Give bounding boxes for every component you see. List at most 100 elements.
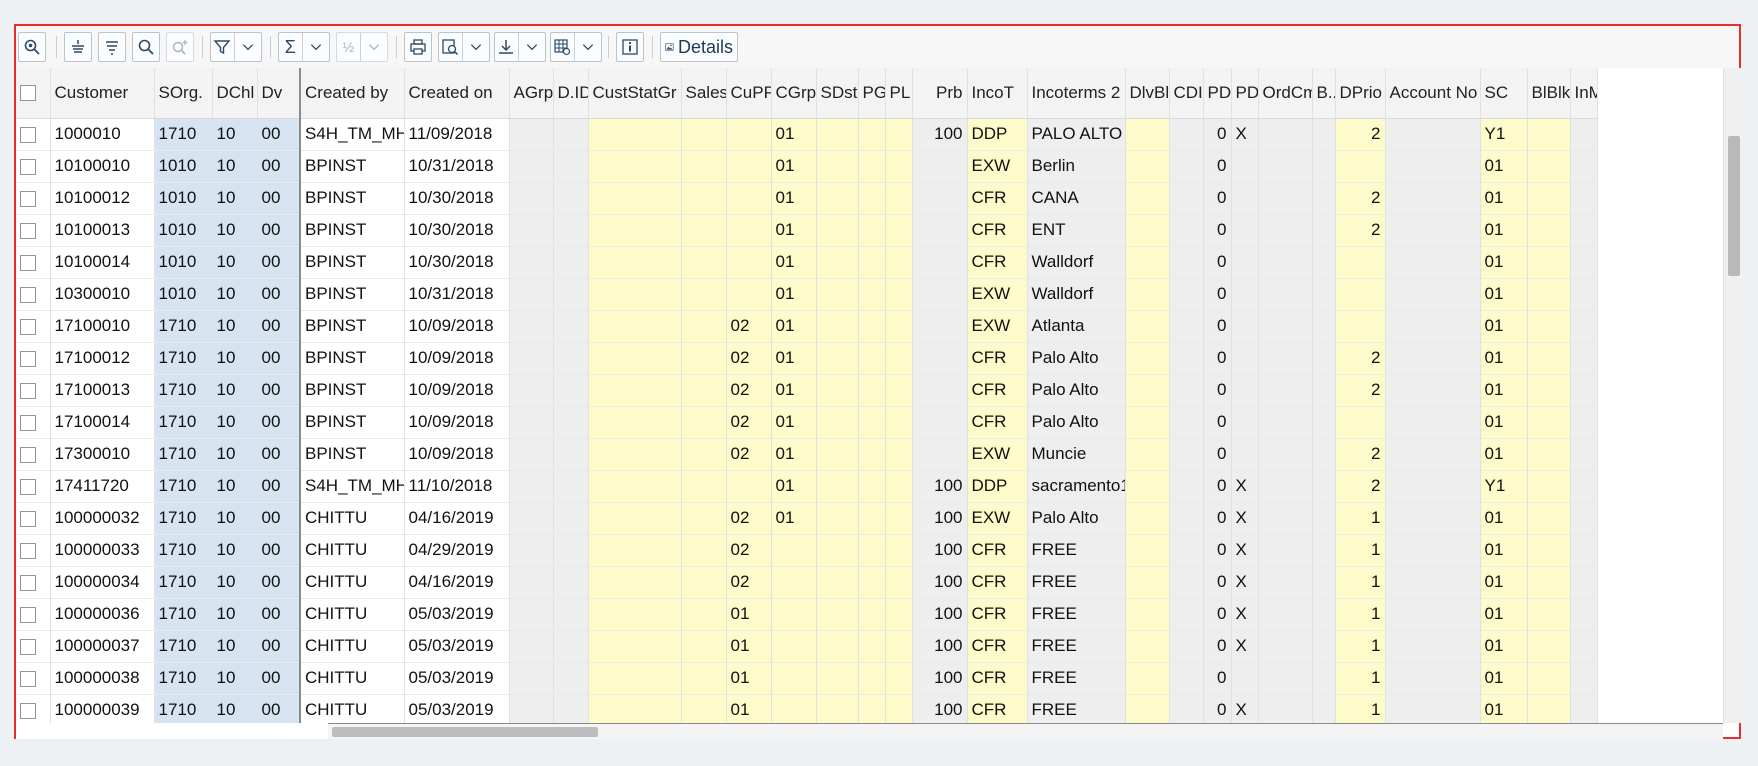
cell-pl[interactable] bbox=[885, 534, 913, 567]
cell-cupp[interactable]: 02 bbox=[726, 406, 772, 439]
cell-cgrp[interactable]: 01 bbox=[771, 214, 817, 247]
cell-dprio[interactable] bbox=[1335, 278, 1386, 311]
cell-dv[interactable]: 00 bbox=[257, 694, 301, 723]
cell-agrp[interactable] bbox=[509, 470, 554, 503]
cell-incoterms-2[interactable]: Palo Alto bbox=[1027, 502, 1126, 535]
cell-d-id[interactable] bbox=[553, 214, 589, 247]
cell-b[interactable] bbox=[1312, 438, 1336, 471]
cell-dprio[interactable]: 2 bbox=[1335, 182, 1386, 215]
row-select-cell[interactable] bbox=[16, 662, 51, 695]
cell-sc[interactable]: 01 bbox=[1480, 310, 1528, 343]
cell-sorg[interactable]: 1710 bbox=[154, 118, 213, 151]
cell-created-by[interactable]: BPINST bbox=[300, 214, 405, 247]
cell-incoterms-2[interactable]: sacramento1 bbox=[1027, 470, 1126, 503]
cell-created-by[interactable]: BPINST bbox=[300, 310, 405, 343]
cell-incot[interactable]: CFR bbox=[967, 694, 1028, 723]
cell-dprio[interactable]: 2 bbox=[1335, 438, 1386, 471]
cell-incoterms-2[interactable]: CANA bbox=[1027, 182, 1126, 215]
cell-cgrp[interactable]: 01 bbox=[771, 374, 817, 407]
column-header-cupp[interactable]: CuPP bbox=[726, 68, 772, 119]
cell-sorg[interactable]: 1710 bbox=[154, 502, 213, 535]
cell-dprio[interactable]: 1 bbox=[1335, 662, 1386, 695]
cell-created-on[interactable]: 10/09/2018 bbox=[404, 406, 510, 439]
cell-prb[interactable]: 100 bbox=[912, 662, 968, 695]
cell-pd[interactable]: 0 bbox=[1203, 694, 1232, 723]
cell-sc[interactable]: 01 bbox=[1480, 150, 1528, 183]
cell-pg[interactable] bbox=[858, 310, 886, 343]
cell-b[interactable] bbox=[1312, 662, 1336, 695]
cell-custstatgr[interactable] bbox=[588, 374, 682, 407]
cell-ordcm[interactable] bbox=[1258, 214, 1313, 247]
cell-customer[interactable]: 100000034 bbox=[50, 566, 155, 599]
cell-pd[interactable]: X bbox=[1231, 470, 1259, 503]
cell-sc[interactable]: 01 bbox=[1480, 438, 1528, 471]
cell-prb[interactable] bbox=[912, 278, 968, 311]
cell-sdst[interactable] bbox=[816, 310, 859, 343]
cell-sorg[interactable]: 1010 bbox=[154, 182, 213, 215]
cell-customer[interactable]: 17100010 bbox=[50, 310, 155, 343]
cell-customer[interactable]: 100000036 bbox=[50, 598, 155, 631]
cell-created-on[interactable]: 10/31/2018 bbox=[404, 278, 510, 311]
cell-sorg[interactable]: 1010 bbox=[154, 214, 213, 247]
cell-blblk[interactable] bbox=[1527, 694, 1571, 723]
cell-incot[interactable]: EXW bbox=[967, 150, 1028, 183]
cell-sales[interactable] bbox=[681, 342, 727, 375]
table-row[interactable]: 100000033 1710 10 00 CHITTU 04/29/2019 02 100 CF… bbox=[16, 534, 1598, 567]
vertical-scrollbar[interactable] bbox=[1723, 68, 1743, 723]
cell-inm[interactable] bbox=[1570, 438, 1598, 471]
cell-customer[interactable]: 100000039 bbox=[50, 694, 155, 723]
cell-inm[interactable] bbox=[1570, 342, 1598, 375]
cell-agrp[interactable] bbox=[509, 214, 554, 247]
cell-dlvbl[interactable] bbox=[1125, 470, 1170, 503]
row-select-cell[interactable] bbox=[16, 278, 51, 311]
cell-dv[interactable]: 00 bbox=[257, 118, 301, 151]
column-header-created-by[interactable]: Created by bbox=[300, 68, 405, 119]
cell-sc[interactable]: 01 bbox=[1480, 502, 1528, 535]
cell-blblk[interactable] bbox=[1527, 342, 1571, 375]
cell-cupp[interactable]: 02 bbox=[726, 566, 772, 599]
cell-sales[interactable] bbox=[681, 214, 727, 247]
cell-pl[interactable] bbox=[885, 566, 913, 599]
cell-d-id[interactable] bbox=[553, 502, 589, 535]
cell-dprio[interactable] bbox=[1335, 406, 1386, 439]
cell-created-by[interactable]: BPINST bbox=[300, 182, 405, 215]
cell-dchl[interactable]: 10 bbox=[212, 182, 258, 215]
table-row[interactable]: 10100010 1010 10 00 BPINST 10/31/2018 01 EXW Ber… bbox=[16, 150, 1598, 183]
table-row[interactable]: 10100012 1010 10 00 BPINST 10/30/2018 01 CFR CAN… bbox=[16, 182, 1598, 215]
cell-b[interactable] bbox=[1312, 630, 1336, 663]
cell-sc[interactable]: 01 bbox=[1480, 214, 1528, 247]
cell-pl[interactable] bbox=[885, 182, 913, 215]
cell-customer[interactable]: 17100013 bbox=[50, 374, 155, 407]
row-checkbox[interactable] bbox=[20, 254, 36, 271]
row-select-cell[interactable] bbox=[16, 598, 51, 631]
cell-prb[interactable] bbox=[912, 246, 968, 279]
cell-cgrp[interactable]: 01 bbox=[771, 438, 817, 471]
cell-pd[interactable]: 0 bbox=[1203, 342, 1232, 375]
row-checkbox[interactable] bbox=[20, 414, 36, 431]
cell-custstatgr[interactable] bbox=[588, 118, 682, 151]
column-header-dchl[interactable]: DChl bbox=[212, 68, 258, 119]
cell-ordcm[interactable] bbox=[1258, 150, 1313, 183]
cell-incoterms-2[interactable]: FREE bbox=[1027, 566, 1126, 599]
cell-pg[interactable] bbox=[858, 598, 886, 631]
column-header-dprio[interactable]: DPrio bbox=[1335, 68, 1386, 119]
cell-dlvbl[interactable] bbox=[1125, 278, 1170, 311]
row-checkbox[interactable] bbox=[20, 126, 36, 143]
cell-pd[interactable] bbox=[1231, 150, 1259, 183]
cell-sc[interactable]: 01 bbox=[1480, 182, 1528, 215]
row-select-cell[interactable] bbox=[16, 470, 51, 503]
cell-pd[interactable] bbox=[1231, 342, 1259, 375]
cell-customer[interactable]: 100000032 bbox=[50, 502, 155, 535]
cell-inm[interactable] bbox=[1570, 118, 1598, 151]
table-row[interactable]: 17100013 1710 10 00 BPINST 10/09/2018 02 01 CFR P… bbox=[16, 374, 1598, 407]
cell-inm[interactable] bbox=[1570, 630, 1598, 663]
cell-agrp[interactable] bbox=[509, 534, 554, 567]
cell-pd[interactable]: X bbox=[1231, 534, 1259, 567]
cell-blblk[interactable] bbox=[1527, 502, 1571, 535]
cell-pl[interactable] bbox=[885, 406, 913, 439]
cell-dv[interactable]: 00 bbox=[257, 214, 301, 247]
cell-cupp[interactable] bbox=[726, 246, 772, 279]
cell-custstatgr[interactable] bbox=[588, 278, 682, 311]
table-row[interactable]: 100000039 1710 10 00 CHITTU 05/03/2019 01 100 CF… bbox=[16, 694, 1598, 723]
cell-account-no[interactable] bbox=[1385, 438, 1481, 471]
